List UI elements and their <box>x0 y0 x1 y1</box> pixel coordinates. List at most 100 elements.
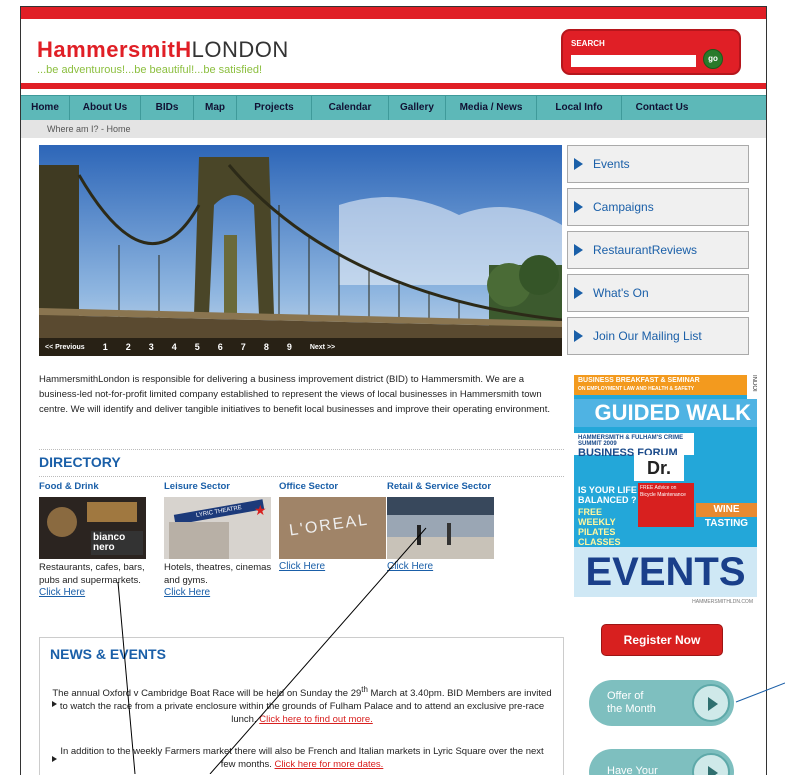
news-item: In addition to the weekly Farmers market… <box>52 745 552 771</box>
page-link[interactable]: 5 <box>195 342 200 352</box>
previous-link[interactable]: << Previous <box>45 344 85 351</box>
nav-item-local-info[interactable]: Local Info <box>537 96 622 120</box>
side-link-label: What's On <box>593 286 649 300</box>
arrow-right-icon <box>574 287 583 299</box>
register-now-button[interactable]: Register Now <box>601 624 723 656</box>
nav-item-home[interactable]: Home <box>21 96 70 120</box>
promo-text: WINE TASTING <box>696 503 757 529</box>
arrow-right-icon <box>574 158 583 170</box>
sector-retail: Retail & Service Sector Click Here <box>387 481 497 572</box>
site-logo[interactable]: HammersmitHLONDON <box>37 37 289 63</box>
events-promo-banner[interactable]: BUSINESS BREAKFAST & SEMINAR ON EMPLOYME… <box>574 375 757 608</box>
leisure-image[interactable]: LYRIC THEATRE ★ <box>164 497 271 559</box>
nav-item-media-news[interactable]: Media / News <box>446 96 537 120</box>
search-box: SEARCH go <box>561 29 741 75</box>
image-text: LYRIC THEATRE <box>173 499 265 525</box>
page-link[interactable]: 9 <box>287 342 292 352</box>
bullet-icon <box>52 756 57 762</box>
promo-text: HAMMERSMITHLDN.COM <box>574 597 757 608</box>
promo-text: BUSINESS BREAKFAST & SEMINAR <box>578 377 700 384</box>
page-link[interactable]: 7 <box>241 342 246 352</box>
news-link[interactable]: Click here for more dates. <box>275 759 384 770</box>
promo-text: EVENTS <box>574 547 757 597</box>
sector-name: Leisure Sector <box>164 481 230 492</box>
news-events-box: NEWS & EVENTS The annual Oxford v Cambri… <box>39 637 564 775</box>
nav-item-calendar[interactable]: Calendar <box>312 96 389 120</box>
sector-leisure: Leisure Sector LYRIC THEATRE ★ Hotels, t… <box>164 481 274 598</box>
search-go-button[interactable]: go <box>703 49 723 69</box>
intro-text: HammersmithLondon is responsible for del… <box>39 374 550 415</box>
side-link-mailing-list[interactable]: Join Our Mailing List <box>567 317 749 355</box>
promo-text: FREE WEEKLY PILATES CLASSES <box>578 507 621 547</box>
sector-office: Office Sector L'OREAL Click Here <box>279 481 389 572</box>
sector-link[interactable]: Click Here <box>164 587 274 598</box>
page-link[interactable]: 3 <box>149 342 154 352</box>
nav-item-gallery[interactable]: Gallery <box>389 96 446 120</box>
directory-title: DIRECTORY <box>39 449 564 470</box>
bullet-icon <box>52 701 57 707</box>
nav-item-bids[interactable]: BIDs <box>141 96 194 120</box>
nav-item-contact-us[interactable]: Contact Us <box>622 96 702 120</box>
sector-link[interactable]: Click Here <box>39 587 149 598</box>
nav-item-projects[interactable]: Projects <box>237 96 312 120</box>
promo-text: IS YOUR LIFE BALANCED ? <box>578 485 637 505</box>
nav-item-about-us[interactable]: About Us <box>70 96 141 120</box>
sector-description: Hotels, theatres, cinemas and gyms. <box>164 562 272 586</box>
search-input[interactable] <box>571 55 696 67</box>
office-image[interactable]: L'OREAL <box>279 497 386 559</box>
side-link-whats-on[interactable]: What's On <box>567 274 749 312</box>
promo-text: GUIDED WALK <box>574 399 757 427</box>
breadcrumb: Where am I? - Home <box>21 120 766 138</box>
side-link-label: Join Our Mailing List <box>593 329 702 343</box>
pill-text: the Month <box>607 703 656 715</box>
next-link[interactable]: Next >> <box>310 344 335 351</box>
tagline: ...be adventurous!...be beautiful!...be … <box>37 64 263 76</box>
retail-image[interactable] <box>387 497 494 559</box>
arrow-right-icon <box>574 330 583 342</box>
play-icon <box>692 684 730 722</box>
site-header: HammersmitHLONDON ...be adventurous!...b… <box>21 7 766 89</box>
sector-food-drink: Food & Drink bianco nero Restaurants, ca… <box>39 481 149 598</box>
sector-link[interactable]: Click Here <box>279 561 389 572</box>
arrow-right-icon <box>574 201 583 213</box>
logo-city: LONDON <box>191 37 289 62</box>
sector-description: Restaurants, cafes, bars, pubs and super… <box>39 562 145 586</box>
offer-of-the-month-button[interactable]: Offer of the Month <box>589 680 734 726</box>
news-item: The annual Oxford v Cambridge Boat Race … <box>52 685 552 726</box>
side-link-label: Campaigns <box>593 200 654 214</box>
page-link[interactable]: 6 <box>218 342 223 352</box>
promo-text: ON EMPLOYMENT LAW AND HEALTH & SAFETY <box>578 386 695 392</box>
image-text: L'OREAL <box>288 511 370 540</box>
news-link[interactable]: Click here to find out more. <box>259 714 373 725</box>
page-link[interactable]: 4 <box>172 342 177 352</box>
nav-item-map[interactable]: Map <box>194 96 237 120</box>
sector-name: Retail & Service Sector <box>387 481 492 492</box>
page-link[interactable]: 2 <box>126 342 131 352</box>
have-your-say-button[interactable]: Have Your <box>589 749 734 775</box>
page-frame: HammersmitHLONDON ...be adventurous!...b… <box>20 6 767 775</box>
slideshow-pager: << Previous 1 2 3 4 5 6 7 8 9 Next >> <box>39 338 562 356</box>
play-icon <box>692 753 730 775</box>
side-link-events[interactable]: Events <box>567 145 749 183</box>
main-nav: Home About Us BIDs Map Projects Calendar… <box>21 95 766 121</box>
arrow-right-icon <box>574 244 583 256</box>
bridge-photo <box>39 145 562 356</box>
side-link-label: RestaurantReviews <box>593 243 698 257</box>
side-link-restaurant-reviews[interactable]: RestaurantReviews <box>567 231 749 269</box>
promo-text: FREE Advice on Bicycle Maintenance <box>638 483 694 527</box>
pill-text: Offer of <box>607 690 644 702</box>
side-link-campaigns[interactable]: Campaigns <box>567 188 749 226</box>
sector-link[interactable]: Click Here <box>387 561 497 572</box>
divider <box>39 476 564 477</box>
sector-name: Office Sector <box>279 481 339 492</box>
image-text: bianco nero <box>91 531 143 555</box>
side-link-label: Events <box>593 157 630 171</box>
promo-text: HAMMERSMITH & FULHAM'S CRIME SUMMIT 2009 <box>578 435 684 447</box>
hero-slideshow[interactable]: << Previous 1 2 3 4 5 6 7 8 9 Next >> <box>39 145 562 356</box>
food-drink-image[interactable]: bianco nero <box>39 497 146 559</box>
news-title: NEWS & EVENTS <box>50 646 166 662</box>
search-label: SEARCH <box>571 39 605 48</box>
page-link[interactable]: 1 <box>103 342 108 352</box>
logo-main: HammersmitH <box>37 37 192 62</box>
page-link[interactable]: 8 <box>264 342 269 352</box>
